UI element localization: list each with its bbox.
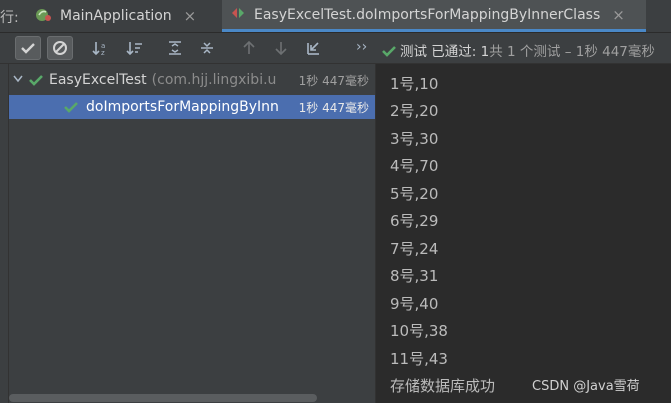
import-tests-button[interactable] xyxy=(300,36,326,60)
status-prefix: 测试 已通过: xyxy=(400,44,477,60)
show-ignored-button[interactable] xyxy=(47,36,73,60)
test-toolbar: a z ›› 测试 已通过: 1共 1 个测试 – 1秒 447毫秒 xyxy=(0,33,671,64)
tab-bar: 行: MainApplication × EasyExcelTest.doImp… xyxy=(0,0,671,33)
next-failed-button[interactable] xyxy=(268,36,294,60)
tree-row-test-method[interactable]: doImportsForMappingByInn 1秒 447毫秒 xyxy=(9,95,375,119)
check-icon xyxy=(64,102,78,113)
watermark: CSDN @Java雪荷 xyxy=(532,379,640,394)
check-icon xyxy=(382,46,396,57)
console-line: 5号,20 xyxy=(390,185,439,203)
tab-easyexcel-test[interactable]: EasyExcelTest.doImportsForMappingByInner… xyxy=(222,0,646,32)
tab-main-application[interactable]: MainApplication × xyxy=(26,0,216,32)
sort-alphabetically-button[interactable]: a z xyxy=(88,36,114,60)
down-arrow-icon xyxy=(275,42,287,56)
console-output: 1号,10 2号,20 3号,30 4号,70 5号,20 6号,29 7号,2… xyxy=(376,64,671,403)
tree-row-test-class[interactable]: EasyExcelTest (com.hjj.lingxibi.u 1秒 447… xyxy=(9,68,375,92)
more-actions-icon[interactable]: ›› xyxy=(356,39,367,55)
status-count: 1 xyxy=(480,44,490,60)
tab-label: EasyExcelTest.doImportsForMappingByInner… xyxy=(254,6,601,23)
console-line: 11号,43 xyxy=(390,350,448,368)
console-line: 8号,31 xyxy=(390,267,439,285)
console-line: 4号,70 xyxy=(390,157,439,175)
run-label: 行: xyxy=(0,10,19,26)
check-icon xyxy=(21,43,35,54)
test-duration: 1秒 447毫秒 xyxy=(298,100,369,115)
console-line: 2号,20 xyxy=(390,102,439,120)
test-method-name: doImportsForMappingByInn xyxy=(86,99,279,115)
test-class-name: EasyExcelTest xyxy=(49,72,147,88)
check-icon xyxy=(29,75,43,86)
spring-icon xyxy=(34,6,52,26)
tab-label: MainApplication xyxy=(60,8,172,24)
expand-icon xyxy=(169,41,181,55)
status-detail: 共 1 个测试 – 1秒 447毫秒 xyxy=(489,44,655,60)
console-line: 7号,24 xyxy=(390,240,439,258)
close-icon[interactable]: × xyxy=(184,7,197,25)
collapse-all-button[interactable] xyxy=(194,36,220,60)
test-class-package: (com.hjj.lingxibi.u xyxy=(151,72,277,88)
previous-failed-button[interactable] xyxy=(236,36,262,60)
up-arrow-icon xyxy=(243,40,255,54)
console-line: 存储数据库成功 xyxy=(390,377,496,395)
sort-icon: a z xyxy=(92,42,105,56)
horizontal-scrollbar[interactable] xyxy=(9,394,317,402)
left-gutter xyxy=(0,64,9,403)
console-line: 10号,38 xyxy=(390,322,448,340)
close-icon[interactable]: × xyxy=(612,6,625,24)
run-test-icon xyxy=(230,6,246,24)
console-line: 1号,10 xyxy=(390,75,439,93)
sort-by-duration-button[interactable] xyxy=(122,36,148,60)
show-passed-button[interactable] xyxy=(15,36,41,60)
expand-all-button[interactable] xyxy=(162,36,188,60)
collapse-icon xyxy=(201,42,213,54)
svg-text:z: z xyxy=(101,49,105,56)
import-icon xyxy=(307,42,319,55)
console-line: 9号,40 xyxy=(390,295,439,313)
stop-icon xyxy=(53,41,67,55)
chevron-down-icon[interactable] xyxy=(13,75,27,86)
sort-duration-icon xyxy=(126,42,142,56)
console-line: 3号,30 xyxy=(390,130,439,148)
console-line: 6号,29 xyxy=(390,212,439,230)
test-status: 测试 已通过: 1共 1 个测试 – 1秒 447毫秒 xyxy=(382,40,655,60)
test-tree: EasyExcelTest (com.hjj.lingxibi.u 1秒 447… xyxy=(9,64,375,403)
test-duration: 1秒 447毫秒 xyxy=(298,73,369,88)
